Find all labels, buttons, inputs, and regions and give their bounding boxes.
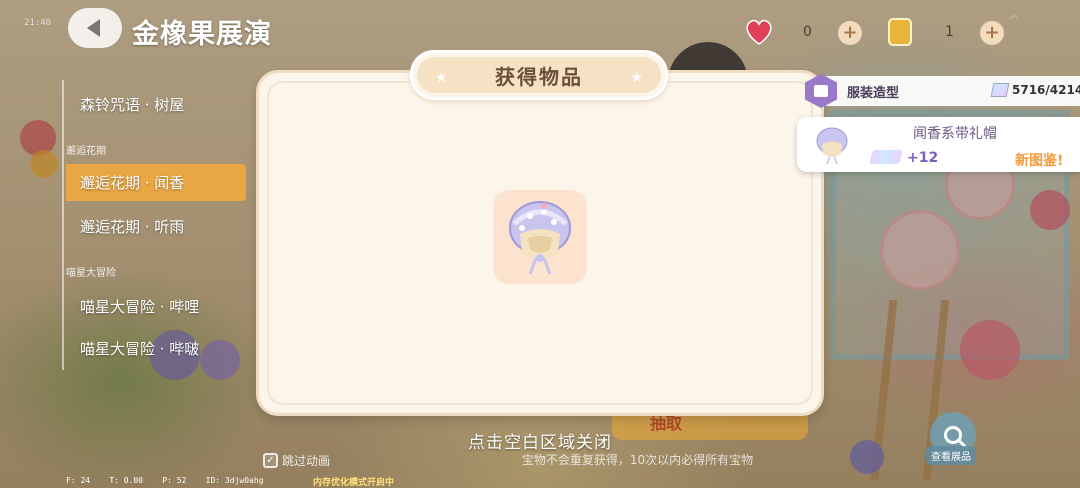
magnifier-icon [944, 426, 962, 444]
heart-icon [746, 19, 772, 45]
ticket-icon [888, 18, 912, 46]
checkbox-icon[interactable]: ✓ [263, 453, 278, 468]
sidebar-group-label: 喵星大冒险 [66, 268, 116, 279]
status-time: 21:40 [24, 18, 52, 28]
memory-optimization-notice: 内存优化模式开启中 [313, 478, 395, 488]
wifi-icon: ◠ [1010, 14, 1019, 25]
sidebar-item-active[interactable]: 邂逅花期 · 闻香 [66, 164, 246, 201]
skip-animation-toggle[interactable]: ✓ 跳过动画 [263, 452, 330, 469]
guarantee-text: 宝物不会重复获得，10次以内必得所有宝物 [521, 453, 754, 467]
modal-title: 获得物品 [495, 64, 583, 89]
page-title: 金橡果展演 [132, 19, 272, 50]
notification-item-name: 闻香系带礼帽 [913, 126, 997, 142]
new-collection-tag: 新图鉴! [1015, 153, 1064, 169]
close-hint: 点击空白区域关闭 [468, 433, 612, 453]
sidebar-item[interactable]: 森铃咒语 · 树屋 [80, 94, 184, 115]
add-hearts-button[interactable]: + [838, 21, 862, 45]
modal-header: ★ 获得物品 ★ [410, 50, 668, 100]
ticket-count: 1 [945, 24, 954, 40]
sidebar-item[interactable]: 喵星大冒险 · 哔哩 [80, 296, 199, 317]
star-icon: ★ [435, 70, 448, 86]
costume-category-label: 服装造型 [847, 86, 900, 101]
skip-animation-label: 跳过动画 [282, 454, 331, 468]
star-icon: ★ [630, 70, 643, 86]
debug-info: F: 24 T: 0.00 P: 52 ID: 3djw0ahg [66, 476, 264, 485]
view-gallery-label[interactable]: 查看展品 [926, 446, 976, 465]
modal-header-inner: ★ 获得物品 ★ [417, 57, 661, 93]
collection-count: 5716/42143 [1012, 83, 1080, 97]
sidebar-item[interactable]: 喵星大冒险 · 哔啵 [80, 338, 199, 359]
gems-icon [869, 150, 903, 164]
sidebar-item[interactable]: 邂逅花期 · 听雨 [80, 216, 184, 237]
back-button[interactable] [68, 8, 122, 48]
sidebar-group-label: 邂逅花期 [66, 146, 106, 157]
sidebar: 森铃咒语 · 树屋 邂逅花期 邂逅花期 · 闻香 邂逅花期 · 听雨 喵星大冒险… [0, 80, 260, 380]
sidebar-line [62, 80, 64, 370]
notification-gain: +12 [907, 150, 939, 166]
back-arrow-icon [86, 19, 100, 37]
heart-count: 0 [803, 24, 812, 40]
add-tickets-button[interactable]: + [980, 21, 1004, 45]
shirt-icon [814, 85, 828, 97]
gem-icon [990, 83, 1010, 97]
lavender-bonnet-hat-icon [509, 201, 571, 275]
hat-thumbnail-icon [816, 127, 848, 165]
reward-item-tile[interactable] [493, 190, 587, 284]
